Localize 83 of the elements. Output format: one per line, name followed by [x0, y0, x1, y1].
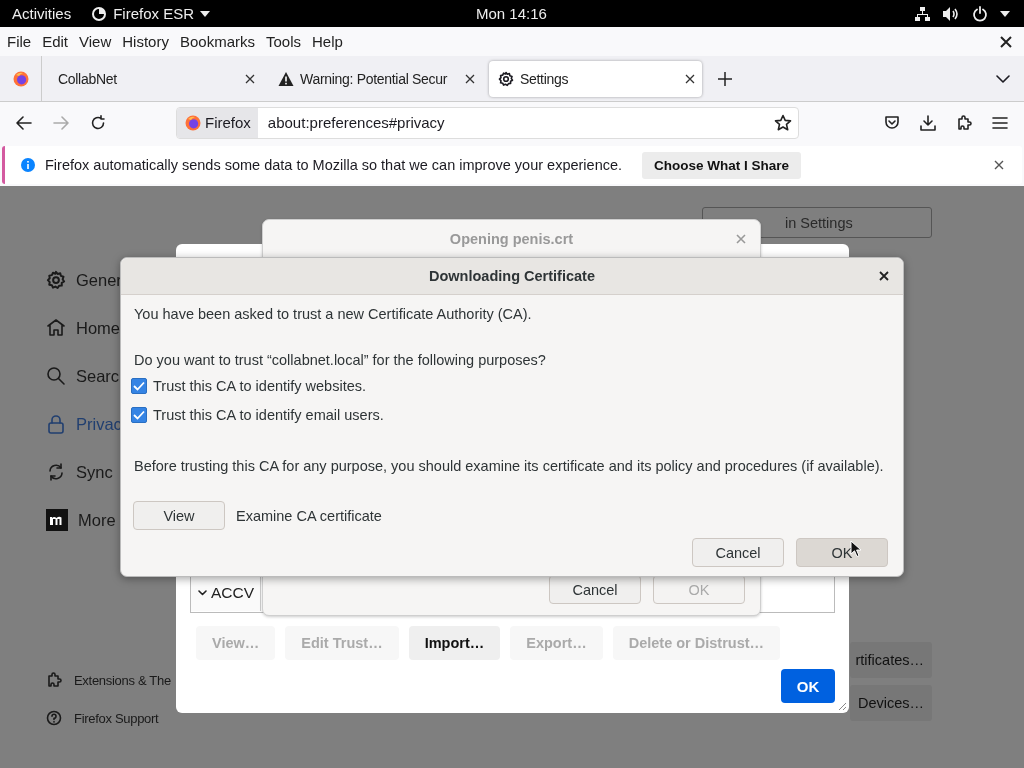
- menu-item[interactable]: Edit: [42, 33, 69, 50]
- firefox-icon: [185, 114, 201, 131]
- ok-button[interactable]: OK: [781, 669, 835, 703]
- power-icon[interactable]: [972, 5, 988, 22]
- sidebar-link[interactable]: Firefox Support: [46, 710, 176, 726]
- tab[interactable]: Warning: Potential Secur: [269, 60, 482, 97]
- sidebar-item[interactable]: Gener: [46, 268, 176, 292]
- back-icon[interactable]: [16, 115, 32, 130]
- volume-icon[interactable]: [942, 5, 960, 22]
- menu-item[interactable]: View: [79, 33, 112, 50]
- warning-icon: [278, 70, 294, 87]
- puzzle-icon: [46, 672, 62, 688]
- pocket-icon[interactable]: [884, 114, 900, 131]
- help-icon: [46, 710, 62, 726]
- dialog-title: Downloading Certificate: [429, 268, 595, 284]
- close-icon[interactable]: [245, 73, 255, 84]
- view-button[interactable]: View: [133, 501, 225, 530]
- cursor-icon: [850, 540, 862, 558]
- address-bar[interactable]: Firefox about:preferences#privacy: [176, 106, 799, 139]
- checkbox-label: Trust this CA to identify email users.: [153, 406, 384, 423]
- checkbox-label: Trust this CA to identify websites.: [153, 377, 367, 394]
- url-text: about:preferences#privacy: [267, 114, 445, 131]
- network-icon[interactable]: [914, 5, 930, 22]
- dialog-text: Before trusting this CA for any purpose, you should examine its certificate and its policy and procedures (if available).: [134, 457, 885, 475]
- settings-button[interactable]: rtificates…: [850, 642, 932, 678]
- close-icon[interactable]: [994, 160, 1004, 170]
- home-icon: [46, 318, 66, 338]
- check-icon: [133, 380, 145, 391]
- settings-icon: [46, 270, 66, 290]
- dialog-button[interactable]: Cancel: [692, 538, 784, 567]
- settings-icon: [498, 70, 514, 87]
- app-menu[interactable]: Firefox ESR: [113, 5, 195, 22]
- dialog-button[interactable]: Cancel: [549, 575, 641, 604]
- notification-message: Firefox automatically sends some data to Mozilla so that we can improve your experience.: [45, 157, 623, 173]
- dialog-title: Opening penis.crt: [449, 231, 574, 247]
- app-icon: [91, 5, 108, 22]
- view-note: Examine CA certificate: [236, 507, 382, 524]
- close-icon[interactable]: [879, 271, 889, 281]
- new-tab-icon[interactable]: [718, 71, 732, 86]
- caret-icon[interactable]: [1000, 10, 1010, 17]
- choose-button[interactable]: Choose What I Share: [642, 151, 802, 179]
- puzzle-icon[interactable]: [956, 114, 972, 131]
- search-icon: [46, 366, 66, 386]
- star-icon[interactable]: [774, 113, 792, 132]
- identity-box[interactable]: Firefox: [177, 107, 258, 138]
- tab-label: Settings: [520, 70, 570, 87]
- dialog-button[interactable]: OK: [796, 538, 888, 567]
- sidebar-link[interactable]: Extensions & The: [46, 672, 176, 688]
- menu-icon[interactable]: [992, 115, 1008, 130]
- menu-item[interactable]: Help: [312, 33, 343, 50]
- dialog-button[interactable]: Import…: [408, 626, 501, 660]
- activities-button[interactable]: Activities: [12, 5, 72, 22]
- menu-item[interactable]: Bookmarks: [179, 33, 255, 50]
- close-icon[interactable]: [685, 73, 695, 84]
- menu-item[interactable]: History: [122, 33, 169, 50]
- resize-grip-icon: [837, 701, 847, 711]
- menu-item[interactable]: Tools: [266, 33, 301, 50]
- tab-label: Warning: Potential Secur: [300, 70, 449, 87]
- check-icon: [133, 409, 145, 420]
- clock[interactable]: Mon 14:16: [476, 5, 547, 22]
- search-text: in Settings: [785, 214, 853, 231]
- close-icon[interactable]: [465, 73, 475, 84]
- checkbox[interactable]: [131, 377, 147, 394]
- tab[interactable]: CollabNet: [49, 60, 262, 97]
- dialog-text: You have been asked to trust a new Certificate Authority (CA).: [134, 305, 533, 323]
- caret-icon: [200, 10, 211, 17]
- firefox-icon: [12, 70, 29, 87]
- download-icon[interactable]: [920, 114, 936, 131]
- dialog-text: Do you want to trust “collabnet.local” for the following purposes?: [134, 351, 547, 369]
- info-icon: [21, 158, 35, 172]
- chevron-down-icon[interactable]: [996, 74, 1010, 83]
- m-logo-icon: [46, 509, 68, 531]
- checkbox[interactable]: [131, 406, 147, 423]
- identity-label: Firefox: [205, 114, 251, 131]
- tab[interactable]: Settings: [489, 60, 702, 97]
- chevron-down-icon: [198, 588, 207, 597]
- sync-icon: [46, 462, 66, 482]
- settings-button[interactable]: Devices…: [850, 685, 932, 721]
- tab-label: CollabNet: [58, 70, 118, 87]
- lock-icon: [46, 414, 66, 434]
- reload-icon[interactable]: [90, 114, 106, 131]
- menu-item[interactable]: File: [7, 33, 32, 50]
- close-icon[interactable]: [1000, 35, 1012, 48]
